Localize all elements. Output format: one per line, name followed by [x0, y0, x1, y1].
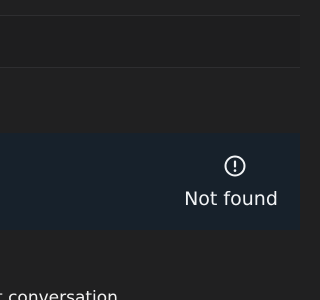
error-panel	[0, 133, 300, 230]
error-message: Not found	[184, 188, 278, 210]
exclamation-circle-icon	[223, 154, 247, 178]
top-strip	[0, 0, 300, 15]
page: Not found t conversation	[0, 0, 300, 300]
row-divider	[0, 67, 300, 68]
conversation-label[interactable]: t conversation	[0, 288, 118, 300]
empty-row	[0, 16, 300, 67]
